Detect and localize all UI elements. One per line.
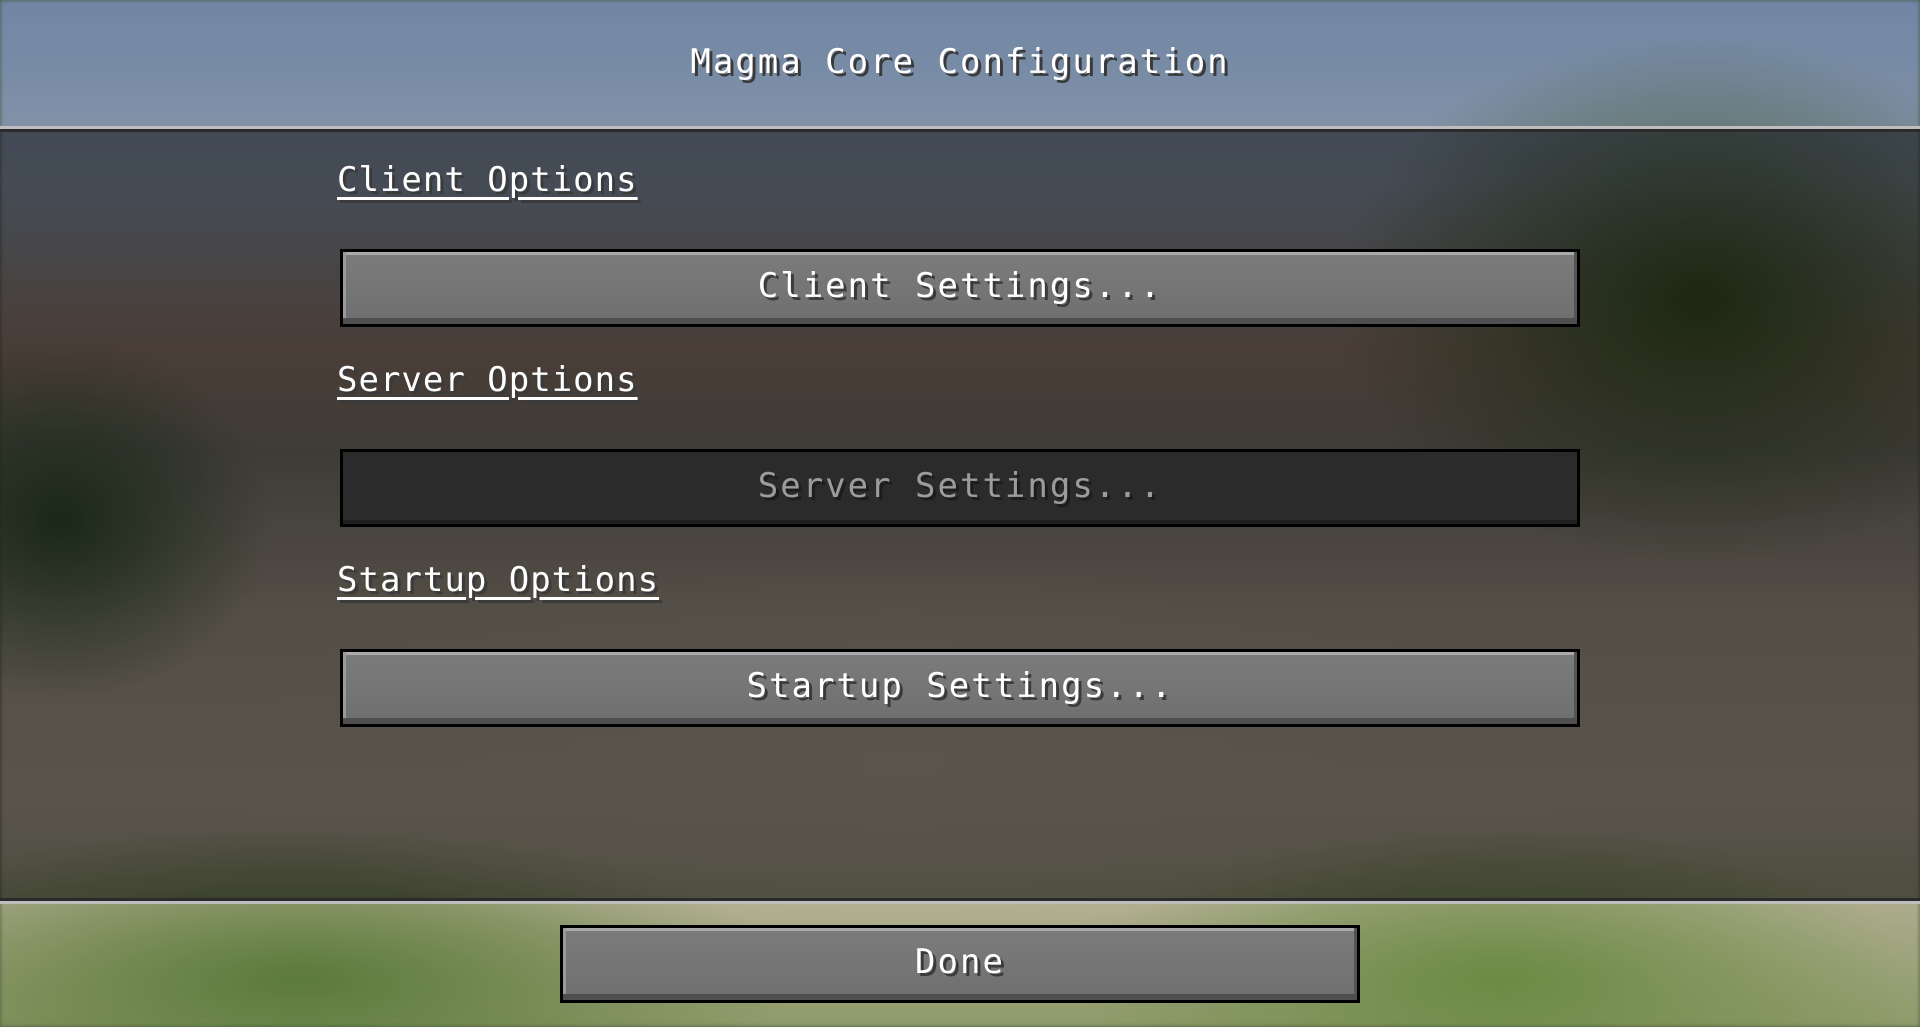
client-settings-button[interactable]: Client Settings... — [340, 249, 1580, 327]
section-label-client-options: Client Options — [337, 160, 638, 200]
screen-title: Magma Core Configuration — [690, 42, 1230, 82]
server-settings-button[interactable]: Server Settings... — [340, 449, 1580, 527]
done-button[interactable]: Done — [560, 925, 1360, 1003]
section-label-server-options: Server Options — [337, 360, 638, 400]
startup-settings-button[interactable]: Startup Settings... — [340, 649, 1580, 727]
section-label-startup-options: Startup Options — [337, 560, 660, 600]
